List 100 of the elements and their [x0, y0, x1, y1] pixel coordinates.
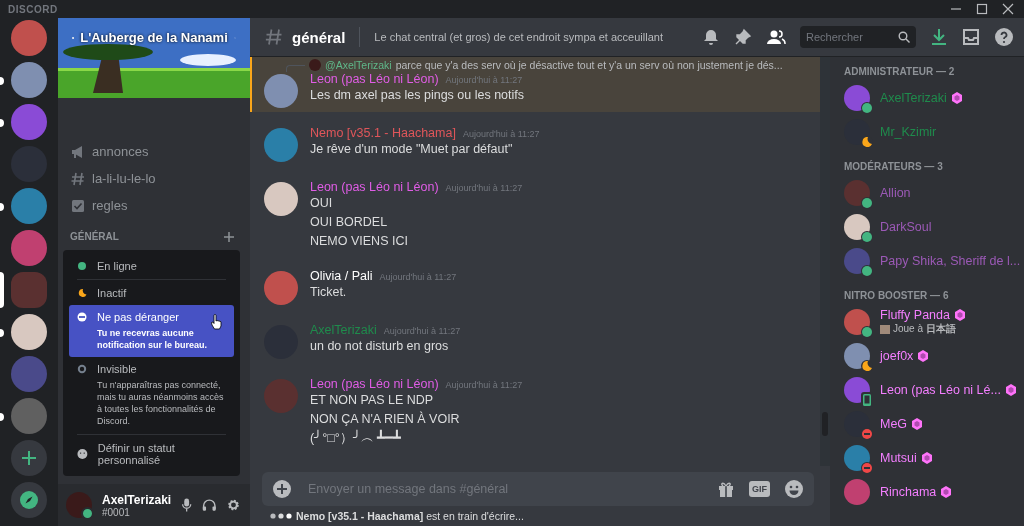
server-icon[interactable] [11, 62, 47, 98]
member-name: AxelTerizaki [880, 91, 947, 105]
status-option[interactable]: Définir un statut personnalisé [69, 436, 234, 472]
game-icon [880, 324, 890, 334]
member-item[interactable]: Leon (pas Léo ni Lé... [844, 373, 1024, 407]
role-heading: ADMINISTRATEUR — 2 [844, 66, 956, 77]
avatar [309, 59, 321, 71]
status-option[interactable]: Inactif [69, 281, 234, 305]
message-text: Je rêve d'un mode "Muet par défaut" [310, 141, 514, 158]
mention-link[interactable]: @AxelTerizaki [325, 59, 392, 71]
do-not-disturb-icon [77, 312, 87, 322]
member-item[interactable]: DarkSoul [844, 210, 1024, 244]
status-dot-icon [77, 261, 87, 271]
plus-icon [20, 449, 38, 467]
checkbox-icon [70, 197, 86, 214]
member-item[interactable]: joef0x [844, 339, 1024, 373]
username: AxelTerizaki [102, 492, 172, 507]
smiley-icon [77, 448, 88, 460]
activity-text: Joue à 日本語 [893, 322, 956, 336]
maximize-icon[interactable] [976, 3, 988, 15]
gift-icon[interactable] [717, 480, 735, 498]
member-name: DarkSoul [880, 220, 932, 234]
settings-icon[interactable] [227, 497, 240, 513]
avatar[interactable] [264, 182, 298, 216]
search-field[interactable]: Rechercher [800, 26, 916, 48]
member-item[interactable]: Mutsui [844, 441, 1024, 475]
member-item[interactable]: AxelTerizaki [844, 81, 1024, 115]
explore-button[interactable] [11, 482, 47, 518]
member-name: MeG [880, 417, 908, 431]
author-name[interactable]: Leon (pas Léo ni Léon) [310, 377, 439, 391]
message-text: OUI BORDEL [310, 214, 389, 231]
app-title: DISCORD [8, 3, 58, 15]
download-icon[interactable] [930, 28, 948, 46]
member-item[interactable]: Fluffy Panda Joue à 日本語 [844, 305, 1024, 339]
pin-icon[interactable] [734, 28, 752, 46]
user-tag: #0001 [102, 506, 172, 518]
member-name: Fluffy Panda [880, 308, 950, 322]
reply-preview: parce que y'a des serv où je désactive tout et y'a un serv où non justement je dés... [395, 59, 783, 71]
message-text: OUI [310, 195, 334, 212]
member-name: Allion [880, 186, 911, 200]
moon-icon [77, 288, 87, 298]
member-name: Mr_Kzimir [880, 125, 937, 139]
status-option[interactable]: En ligne [69, 254, 234, 278]
add-attachment-icon[interactable] [272, 479, 292, 499]
ring-icon [77, 364, 87, 374]
channel-name: général [292, 28, 346, 46]
role-heading: MODÉRATEURS — 3 [844, 161, 944, 172]
typing-indicator: Nemo [v35.1 - Haachama] est en train d'écrire... [296, 510, 524, 522]
author-name[interactable]: AxelTerizaki [310, 323, 377, 337]
typing-dots-icon [270, 513, 292, 519]
message-text: NON ÇA N'A RIEN À VOIR [310, 410, 461, 428]
hash-icon [264, 27, 284, 47]
microphone-icon[interactable] [181, 496, 193, 514]
member-name: joef0x [880, 349, 914, 363]
message-text: Les dm axel pas les pings ou les notifs [310, 87, 524, 104]
member-name: Leon (pas Léo ni Lé... [880, 383, 1001, 397]
plus-icon[interactable] [224, 231, 234, 242]
hand-cursor-icon [211, 314, 223, 330]
inbox-icon[interactable] [962, 28, 980, 46]
emoji-icon[interactable] [784, 479, 804, 499]
compass-icon [19, 490, 39, 510]
author-name[interactable]: Nemo [v35.1 - Haachama] [310, 126, 456, 140]
category-label[interactable]: GÉNÉRAL [70, 231, 119, 242]
message-text: ET NON PAS LE NDP [310, 392, 435, 409]
message-text: NEMO VIENS ICI [310, 233, 409, 250]
status-option[interactable]: Invisible Tu n'apparaîtras pas connecté, mais tu auras néanmoins accès à toutes les fonctionnalités de Discord. [69, 357, 234, 433]
add-server-button[interactable] [11, 440, 47, 476]
timestamp: Aujourd'hui à 11:27 [445, 75, 523, 85]
member-item[interactable]: Rinchama [844, 475, 1024, 509]
search-icon [898, 31, 910, 43]
member-item[interactable]: Mr_Kzimir [844, 115, 1024, 149]
server-icon[interactable] [11, 314, 47, 350]
channel-item[interactable]: la-li-lu-le-lo [58, 165, 250, 192]
bell-icon[interactable] [702, 28, 720, 46]
close-icon[interactable] [1002, 3, 1014, 15]
status-option[interactable]: Ne pas déranger Tu ne recevras aucune notification sur le bureau. [69, 305, 234, 357]
message-text: Ticket. [310, 284, 348, 301]
member-item[interactable]: Allion [844, 176, 1024, 210]
gif-button[interactable]: GIF [749, 481, 770, 497]
author-name[interactable]: Leon (pas Léo ni Léon) [310, 180, 439, 194]
avatar[interactable] [264, 74, 298, 108]
member-name: Rinchama [880, 485, 937, 499]
member-name: Mutsui [880, 451, 917, 465]
channel-topic: Le chat central (et gros) de cet endroit sympa et acceuillant [374, 31, 664, 43]
member-item[interactable]: MeG [844, 407, 1024, 441]
channel-item[interactable]: annonces [58, 138, 250, 165]
user-avatar[interactable] [66, 492, 92, 518]
member-name: Papy Shika, Sheriff de l... [880, 254, 1021, 268]
role-heading: NITRO BOOSTER — 6 [844, 290, 950, 301]
member-item[interactable]: Papy Shika, Sheriff de l... [844, 244, 1024, 278]
members-icon[interactable] [766, 28, 786, 46]
help-icon[interactable] [994, 27, 1014, 47]
channel-item[interactable]: regles [58, 192, 250, 219]
headphones-icon[interactable] [202, 497, 218, 513]
author-name[interactable]: Olivia / Pali [310, 269, 373, 283]
message-text: (╯°□°）╯︵ ┻━┻ [310, 429, 403, 447]
message-text: un do not disturb en gros [310, 338, 450, 355]
avatar [844, 479, 870, 505]
author-name[interactable]: Leon (pas Léo ni Léon) [310, 72, 439, 86]
hash-icon [70, 170, 86, 187]
